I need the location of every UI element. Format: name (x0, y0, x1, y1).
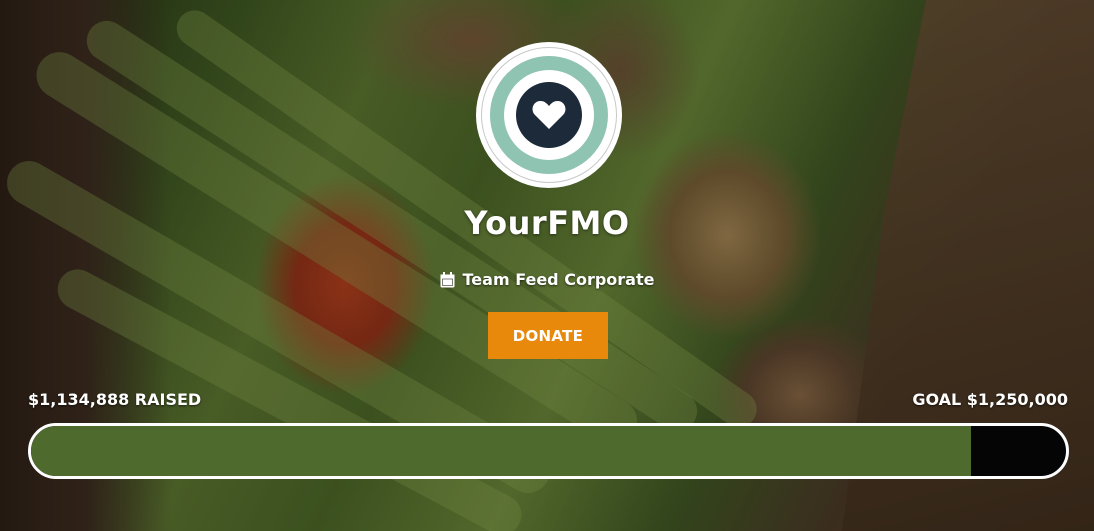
progress-bar-fill (31, 426, 971, 476)
calendar-icon (440, 271, 455, 288)
heart-icon (532, 101, 566, 129)
team-info: Team Feed Corporate (0, 270, 1094, 289)
organization-name: YourFMO (464, 204, 630, 242)
progress-bar (28, 423, 1069, 479)
fundraising-goal: GOAL $1,250,000 (912, 390, 1068, 409)
amount-raised: $1,134,888 RAISED (28, 390, 202, 409)
team-name[interactable]: Team Feed Corporate (463, 270, 655, 289)
organization-logo (476, 42, 622, 188)
donate-button[interactable]: DONATE (488, 312, 608, 359)
